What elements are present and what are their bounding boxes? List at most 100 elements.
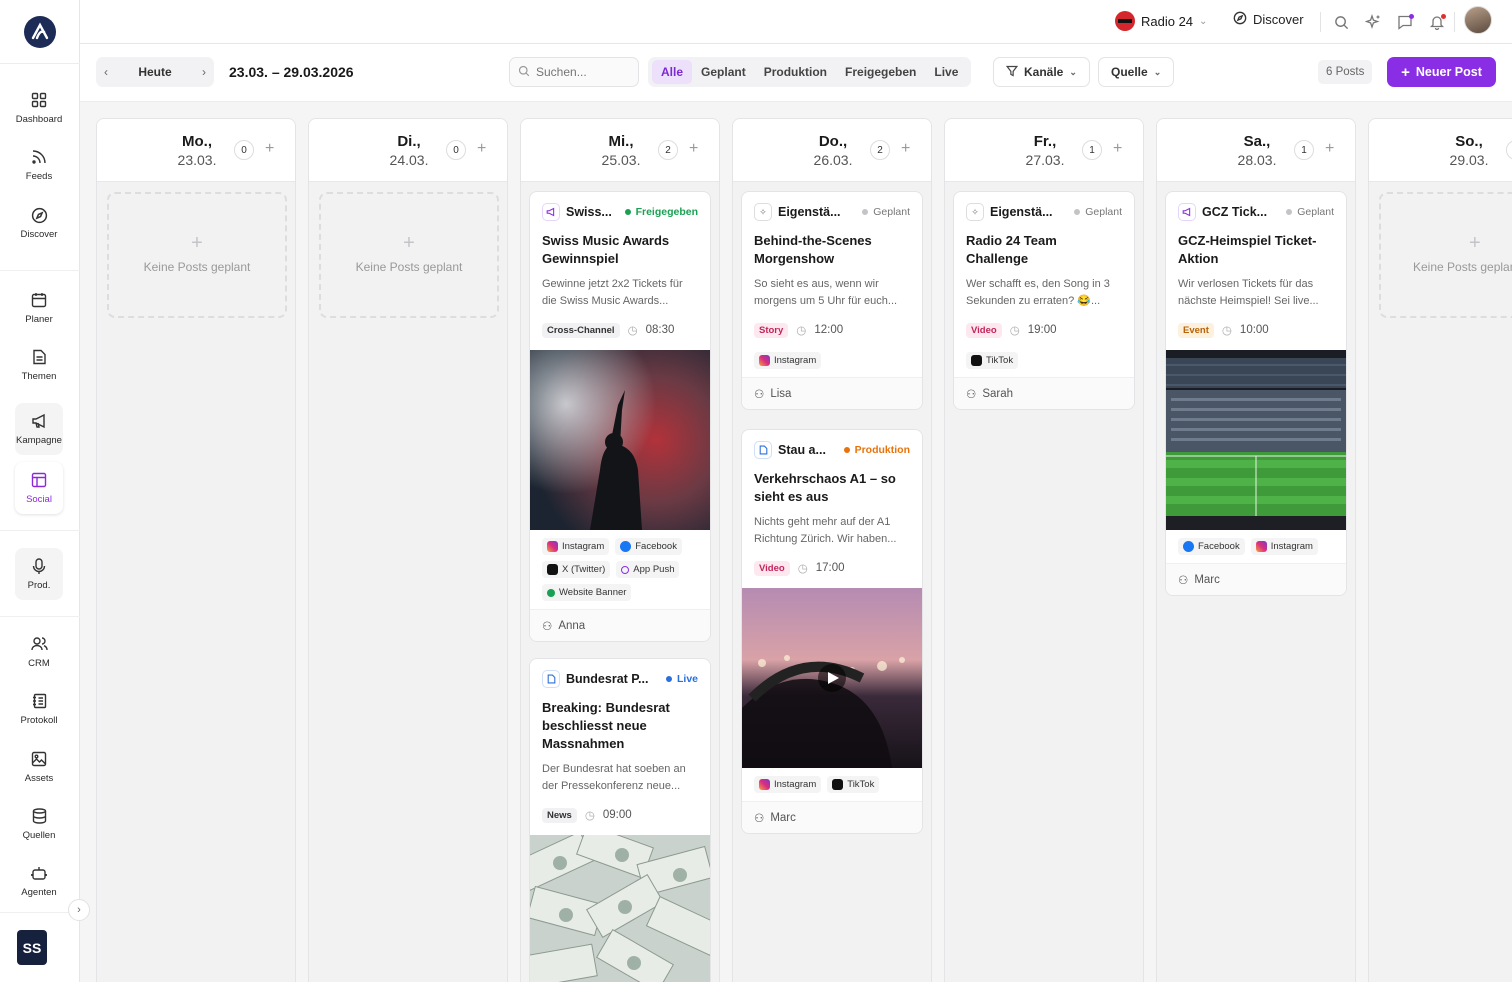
search-icon[interactable] [1331, 12, 1351, 32]
sidebar-item-social[interactable]: Social [15, 462, 63, 514]
day-header: Sa., 28.03. 1 + [1157, 119, 1355, 182]
post-card[interactable]: GCZ Tick... Geplant GCZ-Heimspiel Ticket… [1165, 191, 1347, 596]
post-time: 09:00 [602, 809, 632, 821]
post-author: Anna [558, 619, 586, 632]
station-name: Radio 24 [1141, 13, 1194, 29]
sparkle-icon: ✧ [966, 203, 984, 221]
bell-icon[interactable] [1427, 12, 1447, 32]
sidebar-item-protokoll[interactable]: Protokoll [15, 683, 63, 735]
post-tag: News [542, 807, 577, 823]
day-column-so: So., 29.03. + Keine Posts geplant [1368, 118, 1512, 982]
post-time: 10:00 [1239, 324, 1269, 336]
day-column-di: Di., 24.03. 0 + + Keine Posts geplant [308, 118, 508, 982]
sidebar-item-dashboard[interactable]: Dashboard [15, 82, 63, 134]
station-selector[interactable]: Radio 24 ⌄ [1115, 11, 1207, 31]
channels-dropdown[interactable]: Kanäle ⌄ [993, 57, 1090, 87]
post-name: Swiss... [566, 205, 612, 219]
new-post-button[interactable]: + Neuer Post [1387, 57, 1496, 87]
sidebar-collapse-button[interactable]: › [68, 899, 90, 921]
status-badge: Geplant [862, 206, 910, 218]
user-icon: ⚇ [754, 388, 765, 401]
post-title: Radio 24 Team Challenge [966, 233, 1057, 266]
sidebar-item-prod[interactable]: Prod. [15, 548, 63, 600]
user-avatar[interactable]: SS [17, 930, 47, 965]
add-post-button[interactable]: + [1113, 141, 1122, 157]
post-title: Swiss Music Awards Gewinnspiel [542, 233, 670, 266]
post-description: Der Bundesrat hat soeben an der Presseko… [542, 763, 686, 792]
empty-slot[interactable]: + Keine Posts geplant [319, 192, 499, 318]
post-name: Eigenstä... [778, 205, 841, 219]
sidebar-item-agenten[interactable]: Agenten [15, 855, 63, 907]
post-card[interactable]: ✧ Eigenstä... Geplant Radio 24 Team Chal… [953, 191, 1135, 410]
clock-icon: ◷ [1009, 325, 1020, 337]
status-badge: Geplant [1074, 206, 1122, 218]
chevron-right-icon: › [77, 904, 81, 916]
add-post-button[interactable]: + [901, 141, 910, 157]
filter-produktion[interactable]: Produktion [755, 60, 836, 84]
post-card[interactable]: Swiss... Freigegeben Swiss Music Awards … [529, 191, 711, 642]
empty-label: Keine Posts geplant [1413, 260, 1512, 274]
sidebar-item-assets[interactable]: Assets [15, 741, 63, 793]
sidebar-item-planer[interactable]: Planer [15, 282, 63, 334]
chevron-right-icon[interactable]: › [202, 65, 206, 79]
bot-icon [30, 864, 48, 882]
chevron-left-icon[interactable]: ‹ [104, 65, 108, 79]
post-card[interactable]: Stau a... Produktion Verkehrschaos A1 – … [741, 429, 923, 834]
search-input[interactable] [536, 65, 626, 79]
empty-label: Keine Posts geplant [355, 260, 463, 274]
post-author: Marc [1194, 573, 1220, 586]
day-column-do: Do., 26.03. 2 + ✧ Eigenstä... Geplant Be… [732, 118, 932, 982]
app-logo[interactable] [0, 0, 80, 64]
post-name: Stau a... [778, 443, 826, 457]
plus-icon: + [191, 232, 203, 254]
add-post-button[interactable]: + [477, 141, 486, 157]
sidebar-item-themen[interactable]: Themen [15, 339, 63, 391]
plus-icon: + [403, 232, 415, 254]
filter-live[interactable]: Live [925, 60, 967, 84]
profile-avatar[interactable] [1464, 6, 1492, 34]
date-range: 23.03. – 29.03.2026 [229, 64, 354, 80]
post-card[interactable]: ✧ Eigenstä... Geplant Behind-the-Scenes … [741, 191, 923, 410]
empty-label: Keine Posts geplant [143, 260, 251, 274]
post-count: 1 [1294, 140, 1314, 160]
filter-alle[interactable]: Alle [652, 60, 693, 84]
today-button[interactable]: Heute [138, 65, 171, 79]
chat-icon[interactable] [1395, 12, 1415, 32]
channel-chip: App Push [616, 561, 680, 578]
megaphone-icon [30, 412, 48, 430]
compass-icon [1233, 11, 1247, 28]
sidebar-item-label: Planer [25, 314, 53, 325]
post-card[interactable]: Bundesrat P... Live Breaking: Bundesrat … [529, 658, 711, 982]
traffic-video-thumbnail[interactable] [742, 588, 922, 768]
empty-slot[interactable]: + Keine Posts geplant [1379, 192, 1512, 318]
chevron-down-icon: ⌄ [1153, 66, 1162, 77]
add-post-button[interactable]: + [689, 141, 698, 157]
empty-slot[interactable]: + Keine Posts geplant [107, 192, 287, 318]
add-post-button[interactable]: + [265, 141, 274, 157]
new-post-label: Neuer Post [1415, 65, 1482, 79]
post-description: So sieht es aus, wenn wir morgens um 5 U… [754, 278, 898, 307]
station-logo-icon [1115, 11, 1135, 31]
post-tag: Story [754, 322, 789, 338]
discover-link[interactable]: Discover [1233, 11, 1304, 28]
source-dropdown[interactable]: Quelle ⌄ [1098, 57, 1175, 87]
filter-geplant[interactable]: Geplant [692, 60, 755, 84]
post-title: Verkehrschaos A1 – so sieht es aus [754, 471, 896, 504]
sidebar-item-crm[interactable]: CRM [15, 626, 63, 678]
megaphone-icon [542, 203, 560, 221]
filter-freigegeben[interactable]: Freigegeben [836, 60, 925, 84]
grid-icon [30, 91, 48, 109]
post-time: 17:00 [815, 562, 845, 574]
sidebar-item-feeds[interactable]: Feeds [15, 139, 63, 191]
sparkles-icon[interactable] [1363, 12, 1383, 32]
day-header: Do., 26.03. 2 + [733, 119, 931, 182]
add-post-button[interactable]: + [1325, 141, 1334, 157]
channel-chip: Website Banner [542, 584, 632, 601]
day-column-mi: Mi., 25.03. 2 + Swiss... Freigegeben Swi… [520, 118, 720, 982]
sidebar-item-discover[interactable]: Discover [15, 197, 63, 249]
post-name: Bundesrat P... [566, 672, 649, 686]
sidebar-item-quellen[interactable]: Quellen [15, 798, 63, 850]
sidebar-item-kampagne[interactable]: Kampagne [15, 403, 63, 455]
status-badge: Freigegeben [624, 206, 698, 218]
channels-label: Kanäle [1024, 65, 1064, 79]
